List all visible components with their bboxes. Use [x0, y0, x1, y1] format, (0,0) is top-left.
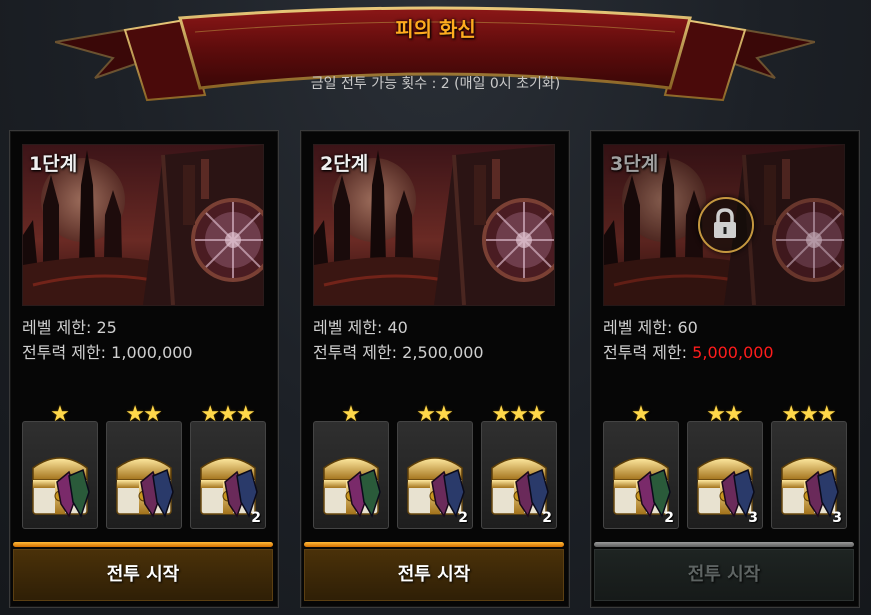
daily-attempts-text: 금일 전투 가능 횟수 : 2 (매일 0시 초기화): [310, 76, 561, 92]
power-requirement-value: 2,500,000: [402, 343, 484, 362]
reward-slot[interactable]: 2: [397, 421, 473, 529]
power-requirement: 전투력 제한: 2,500,000: [313, 339, 484, 363]
power-requirement: 전투력 제한: 5,000,000: [603, 339, 774, 363]
power-requirement-label: 전투력 제한:: [313, 343, 403, 362]
level-requirement: 레벨 제한: 40: [313, 318, 408, 337]
start-battle-button[interactable]: 전투 시작: [594, 549, 854, 601]
treasure-chest-icon: [111, 442, 177, 526]
reward-count: 2: [458, 510, 468, 526]
power-requirement: 전투력 제한: 1,000,000: [22, 339, 193, 363]
reward-count: 2: [664, 510, 674, 526]
reward-count: 3: [748, 510, 758, 526]
power-requirement-label: 전투력 제한:: [603, 343, 693, 362]
stage-image: 1단계: [22, 144, 264, 306]
reward-slot[interactable]: 3: [687, 421, 763, 529]
stage-status-bar: [304, 542, 564, 547]
reward-slot[interactable]: [22, 421, 98, 529]
level-requirement: 레벨 제한: 60: [603, 318, 698, 337]
reward-slot[interactable]: 2: [481, 421, 557, 529]
reward-slot[interactable]: 2: [190, 421, 266, 529]
reward-list: ★ 2 ★★ 3 ★★★ 3: [599, 404, 851, 529]
page-title: 피의 화신: [395, 17, 476, 41]
reward-list: ★ ★★: [309, 404, 561, 529]
stage-card-3: 3단계 레벨 제한: 60 전투력 제한: 5,000,000 ★ 2 ★★ 3…: [590, 130, 860, 608]
start-battle-button[interactable]: 전투 시작: [304, 549, 564, 601]
stage-label: 1단계: [29, 153, 78, 175]
reward-slot[interactable]: [106, 421, 182, 529]
lock-icon: [698, 197, 754, 253]
reward-count: 2: [542, 510, 552, 526]
reward-list: ★ ★★: [18, 404, 270, 529]
stage-status-bar: [594, 542, 854, 547]
stage-status-bar: [13, 542, 273, 547]
reward-slot[interactable]: 2: [603, 421, 679, 529]
reward-count: 3: [832, 510, 842, 526]
power-requirement-label: 전투력 제한:: [22, 343, 112, 362]
stage-image: 2단계: [313, 144, 555, 306]
start-battle-button[interactable]: 전투 시작: [13, 549, 273, 601]
treasure-chest-icon: [27, 442, 93, 526]
power-requirement-value: 5,000,000: [692, 343, 774, 362]
reward-slot[interactable]: 3: [771, 421, 847, 529]
power-requirement-value: 1,000,000: [111, 343, 193, 362]
stage-image: 3단계: [603, 144, 845, 306]
reward-slot[interactable]: [313, 421, 389, 529]
stage-card-2: 2단계 레벨 제한: 40 전투력 제한: 2,500,000 ★ ★★ 2 ★…: [300, 130, 570, 608]
stage-label: 3단계: [610, 153, 659, 175]
reward-count: 2: [251, 510, 261, 526]
level-requirement: 레벨 제한: 25: [22, 318, 117, 337]
stage-card-1: 1단계 레벨 제한: 25 전투력 제한: 1,000,000 ★ ★★ ★★★…: [9, 130, 279, 608]
stage-label: 2단계: [320, 153, 369, 175]
treasure-chest-icon: [318, 442, 384, 526]
